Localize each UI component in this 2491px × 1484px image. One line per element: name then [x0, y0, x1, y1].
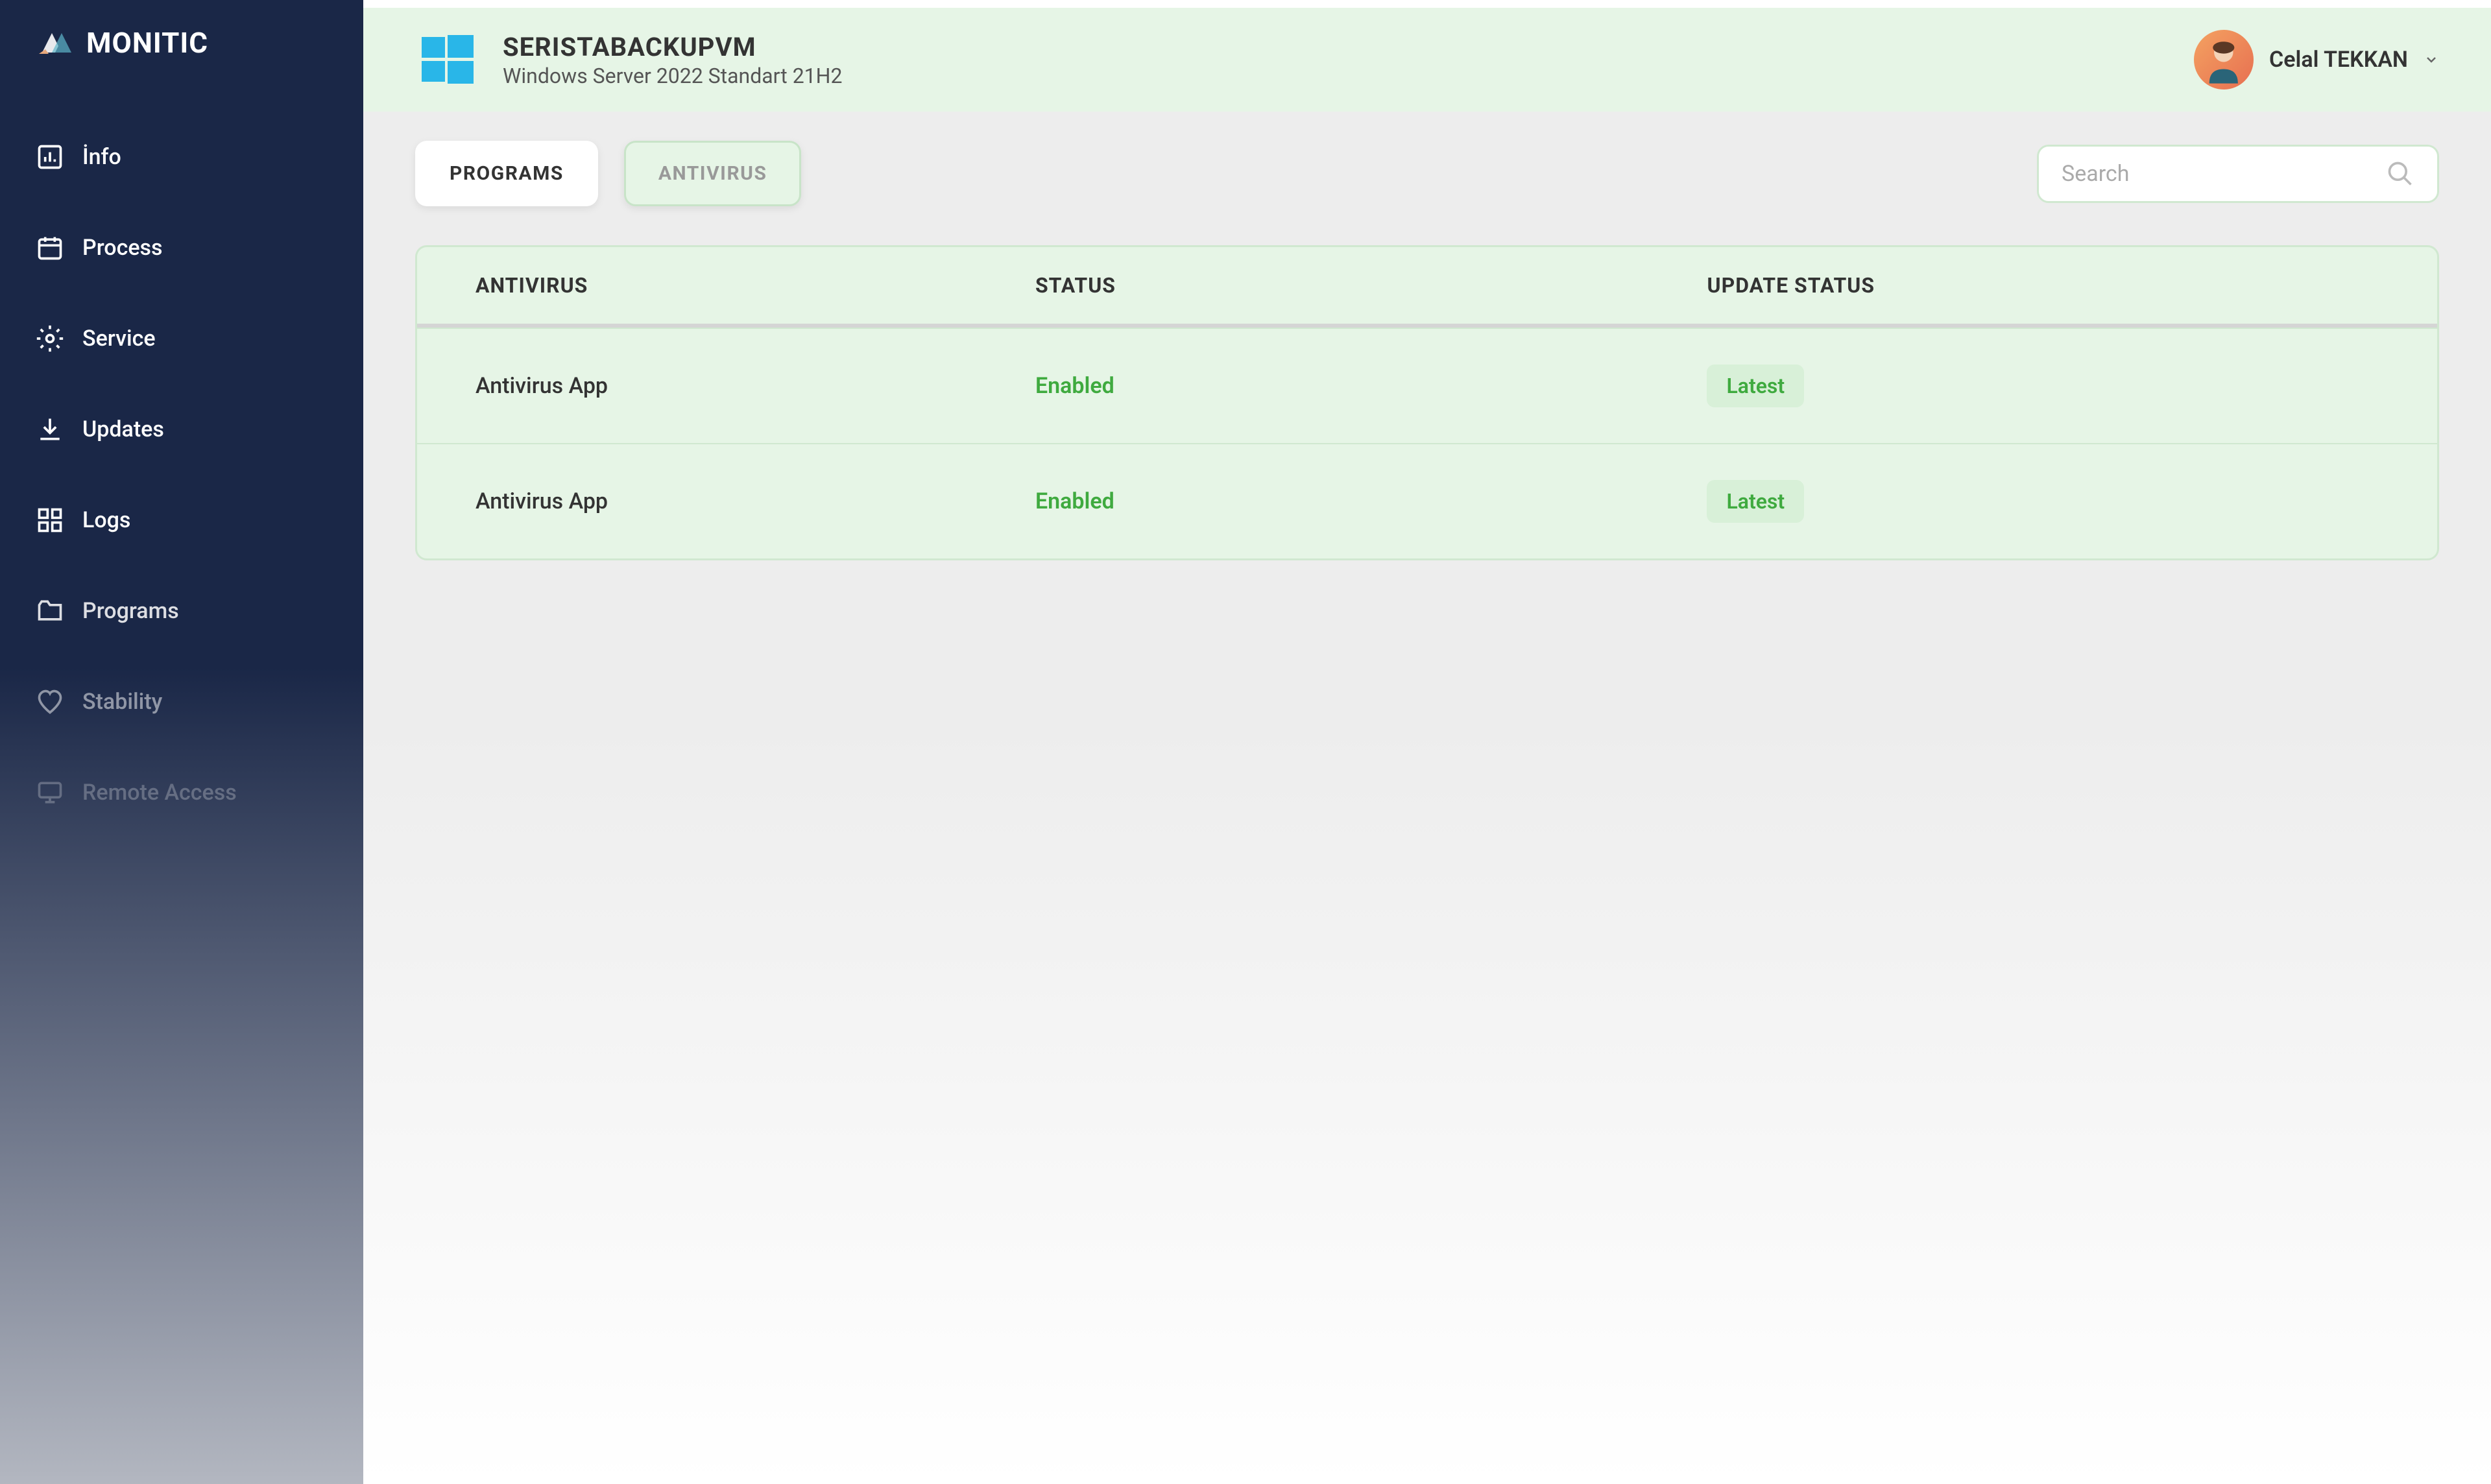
- folder-icon: [36, 597, 64, 625]
- sidebar-item-label: Service: [82, 326, 156, 352]
- search-input[interactable]: [2062, 161, 2373, 187]
- header: SERISTABACKUPVM Windows Server 2022 Stan…: [363, 0, 2491, 112]
- sidebar-item-label: Updates: [82, 416, 164, 442]
- page-subtitle: Windows Server 2022 Standart 21H2: [503, 64, 842, 88]
- heart-icon: [36, 688, 64, 716]
- search-box[interactable]: [2037, 145, 2439, 203]
- avatar: [2194, 30, 2254, 90]
- logo[interactable]: MONITIC: [0, 26, 363, 112]
- sidebar-item-label: Remote Access: [82, 780, 237, 806]
- user-menu[interactable]: Celal TEKKAN: [2194, 30, 2439, 90]
- table-header: ANTIVIRUS STATUS UPDATE STATUS: [417, 247, 2437, 328]
- toolbar: PROGRAMS ANTIVIRUS: [415, 141, 2439, 206]
- cell-name: Antivirus App: [475, 373, 1035, 399]
- sidebar: MONITIC İnfo Process Service: [0, 0, 363, 1484]
- sidebar-item-logs[interactable]: Logs: [0, 475, 363, 566]
- cell-status: Enabled: [1035, 373, 1114, 399]
- sidebar-item-remote-access[interactable]: Remote Access: [0, 747, 363, 838]
- update-badge: Latest: [1707, 365, 1804, 407]
- nav-list: İnfo Process Service Updates: [0, 112, 363, 838]
- tabs: PROGRAMS ANTIVIRUS: [415, 141, 801, 206]
- update-badge: Latest: [1707, 480, 1804, 523]
- tab-antivirus[interactable]: ANTIVIRUS: [624, 141, 802, 206]
- table-row[interactable]: Antivirus App Enabled Latest: [417, 443, 2437, 558]
- content-area: PROGRAMS ANTIVIRUS ANTIVIRUS STATUS UPDA…: [363, 112, 2491, 1484]
- sidebar-item-label: Stability: [82, 689, 162, 715]
- sidebar-item-label: Process: [82, 235, 163, 261]
- header-left: SERISTABACKUPVM Windows Server 2022 Stan…: [415, 27, 842, 92]
- gear-icon: [36, 324, 64, 353]
- grid-icon: [36, 506, 64, 534]
- sidebar-item-stability[interactable]: Stability: [0, 656, 363, 747]
- sidebar-item-label: İnfo: [82, 144, 121, 170]
- brand-name: MONITIC: [86, 26, 208, 60]
- main-content: SERISTABACKUPVM Windows Server 2022 Stan…: [363, 0, 2491, 1484]
- sidebar-item-service[interactable]: Service: [0, 293, 363, 384]
- column-header-update-status: UPDATE STATUS: [1707, 273, 2379, 298]
- chart-bar-icon: [36, 143, 64, 171]
- chevron-down-icon: [2424, 52, 2439, 67]
- windows-icon: [415, 27, 480, 92]
- sidebar-item-programs[interactable]: Programs: [0, 566, 363, 656]
- cell-name: Antivirus App: [475, 488, 1035, 514]
- table-row[interactable]: Antivirus App Enabled Latest: [417, 328, 2437, 443]
- sidebar-item-label: Logs: [82, 507, 130, 533]
- cell-status: Enabled: [1035, 488, 1114, 514]
- column-header-antivirus: ANTIVIRUS: [475, 273, 1035, 298]
- antivirus-table: ANTIVIRUS STATUS UPDATE STATUS Antivirus…: [415, 245, 2439, 560]
- sidebar-item-info[interactable]: İnfo: [0, 112, 363, 202]
- monitor-icon: [36, 778, 64, 807]
- header-titles: SERISTABACKUPVM Windows Server 2022 Stan…: [503, 32, 842, 88]
- sidebar-item-label: Programs: [82, 598, 179, 624]
- column-header-status: STATUS: [1035, 273, 1707, 298]
- download-icon: [36, 415, 64, 444]
- logo-icon: [36, 27, 75, 59]
- calendar-icon: [36, 233, 64, 262]
- sidebar-item-process[interactable]: Process: [0, 202, 363, 293]
- page-title: SERISTABACKUPVM: [503, 32, 842, 62]
- tab-programs[interactable]: PROGRAMS: [415, 141, 598, 206]
- search-icon: [2386, 160, 2414, 188]
- app-root: MONITIC İnfo Process Service: [0, 0, 2491, 1484]
- user-name: Celal TEKKAN: [2269, 47, 2408, 73]
- sidebar-item-updates[interactable]: Updates: [0, 384, 363, 475]
